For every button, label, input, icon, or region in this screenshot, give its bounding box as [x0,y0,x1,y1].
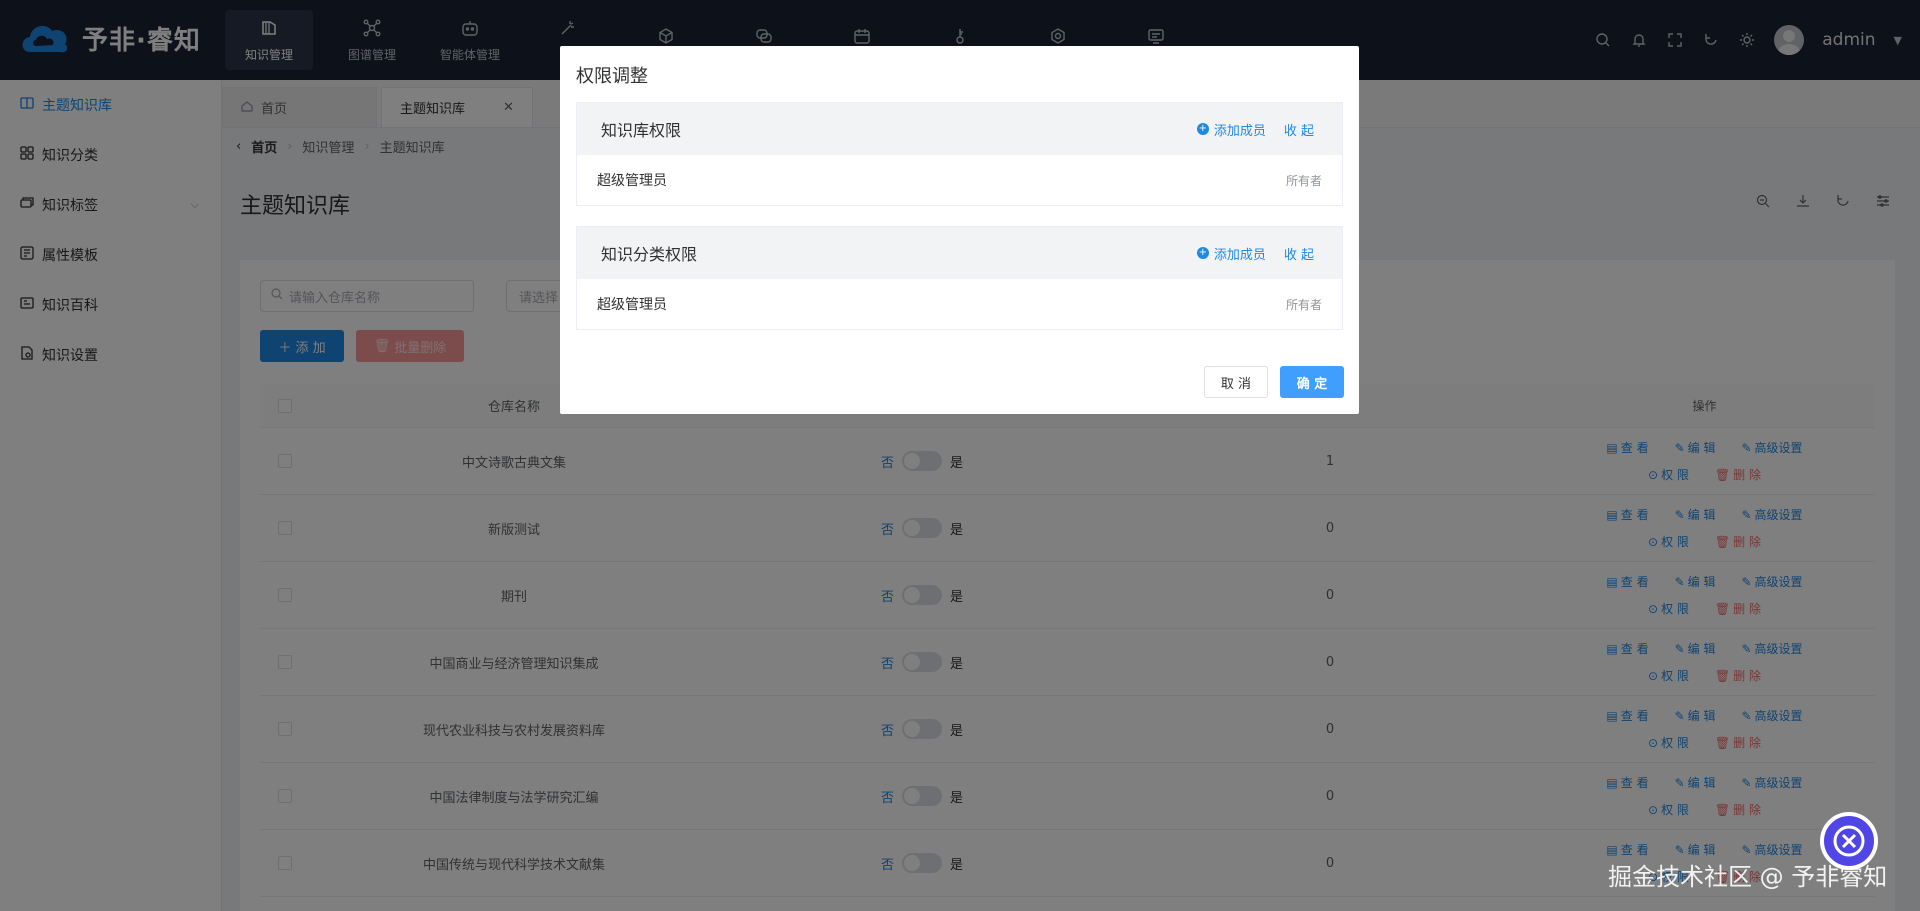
perm-section-header: 知识库权限 + 添加成员 收 起 [577,103,1342,155]
member-role: 所有者 [1285,297,1322,312]
plus-circle-icon: + [1196,247,1209,259]
member-row: 超级管理员 所有者 [577,155,1342,205]
member-name: 超级管理员 [597,173,667,189]
plus-circle-icon: + [1196,123,1209,135]
perm-section-title: 知识库权限 [601,121,682,140]
collapse-button[interactable]: 收 起 [1284,120,1314,139]
confirm-button[interactable]: 确 定 [1280,366,1344,398]
permission-dialog: 权限调整 知识库权限 + 添加成员 收 起 超级管理员 所有者 知识分类权限 +… [560,46,1359,414]
add-member-button[interactable]: + 添加成员 [1196,244,1266,263]
add-member-label: 添加成员 [1213,247,1266,263]
member-row: 超级管理员 所有者 [577,279,1342,329]
add-member-button[interactable]: + 添加成员 [1196,120,1266,139]
library-permission-card: 知识库权限 + 添加成员 收 起 超级管理员 所有者 [576,102,1343,206]
member-role: 所有者 [1285,173,1322,188]
add-member-label: 添加成员 [1213,123,1266,139]
category-permission-card: 知识分类权限 + 添加成员 收 起 超级管理员 所有者 [576,226,1343,330]
cancel-button[interactable]: 取 消 [1204,366,1268,398]
close-badge-icon[interactable] [1820,812,1878,870]
collapse-button[interactable]: 收 起 [1284,244,1314,263]
dialog-title: 权限调整 [576,66,648,87]
perm-section-header: 知识分类权限 + 添加成员 收 起 [577,227,1342,279]
member-name: 超级管理员 [597,297,667,313]
perm-section-title: 知识分类权限 [601,245,698,264]
